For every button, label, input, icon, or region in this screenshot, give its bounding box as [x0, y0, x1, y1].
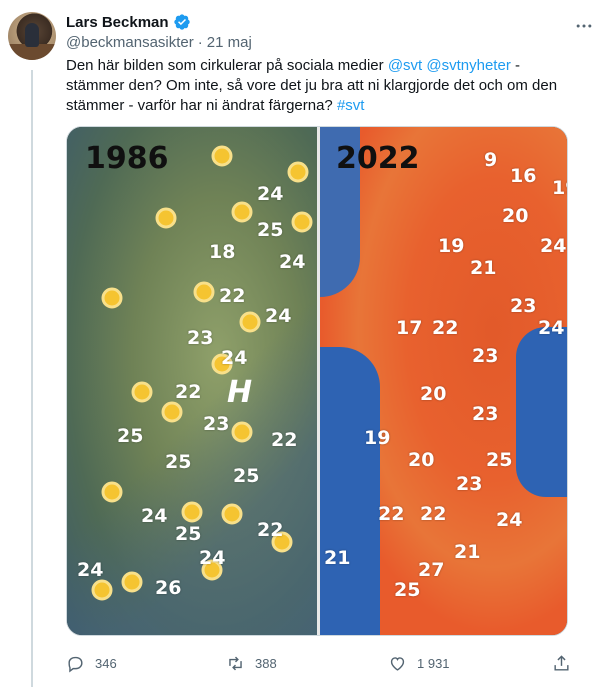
map-2022-temperature-label: 22 — [420, 503, 447, 525]
mention-link[interactable]: @svtnyheter — [426, 57, 510, 74]
map-1986-temperature-label: 25 — [165, 451, 192, 473]
map-1986-temperature-label: 24 — [265, 305, 292, 327]
map-1986-temperature-label: 24 — [141, 505, 168, 527]
map-2022-temperature-label: 21 — [470, 257, 497, 279]
sun-icon — [287, 161, 309, 183]
map-2022-temperature-label: 9 — [484, 149, 498, 171]
map-2022-temperature-label: 19 — [552, 177, 567, 199]
tweet-date[interactable]: 21 maj — [207, 34, 252, 51]
map-2022-temperature-label: 25 — [394, 579, 421, 601]
map-2022-temperature-label: 19 — [364, 427, 391, 449]
sun-icon — [193, 281, 215, 303]
sun-icon — [211, 145, 233, 167]
map-1986-temperature-label: 24 — [77, 559, 104, 581]
share-button[interactable] — [552, 654, 571, 673]
map-2022-temperature-label: 25 — [486, 449, 513, 471]
map-2022-temperature-label: 24 — [538, 317, 565, 339]
tweet-header: Lars Beckman @beckmansasikter · 21 maj — [66, 12, 596, 52]
map-1986-temperature-label: 18 — [209, 241, 236, 263]
map-2022-temperature-label: 20 — [408, 449, 435, 471]
hashtag-link[interactable]: #svt — [337, 97, 365, 114]
verified-badge-icon — [173, 14, 190, 30]
sun-icon — [291, 211, 313, 233]
reply-button[interactable]: 346 — [66, 654, 117, 673]
author-handle[interactable]: @beckmansasikter — [66, 34, 194, 51]
reply-count: 346 — [95, 655, 117, 671]
map-2022-temperature-label: 27 — [418, 559, 445, 581]
tweet-actions: 346 388 1 931 — [66, 648, 578, 678]
map-2022-water-baltic — [516, 327, 567, 497]
map-1986-panel: 1986 H 24 25 18 24 22 24 23 24 22 23 25 22 25 25 24 25 2… — [67, 127, 317, 635]
map-2022-temperature-label: 24 — [540, 235, 567, 257]
map-1986-temperature-label: 26 — [155, 577, 182, 599]
map-2022-temperature-label: 21 — [454, 541, 481, 563]
retweet-button[interactable]: 388 — [226, 654, 277, 673]
map-2022-temperature-label: 23 — [472, 403, 499, 425]
map-1986-temperature-label: 22 — [175, 381, 202, 403]
sun-icon — [231, 201, 253, 223]
retweet-icon — [229, 656, 242, 670]
sun-icon — [239, 311, 261, 333]
map-1986-temperature-label: 23 — [203, 413, 230, 435]
map-2022-temperature-label: 23 — [510, 295, 537, 317]
map-2022-temperature-label: 24 — [496, 509, 523, 531]
map-1986-temperature-label: 25 — [233, 465, 260, 487]
map-1986-temperature-label: 25 — [257, 219, 284, 241]
tweet-media-image[interactable]: 1986 H 24 25 18 24 22 24 23 24 22 23 25 22 25 25 24 25 2… — [66, 126, 568, 636]
map-1986-temperature-label: 24 — [199, 547, 226, 569]
map-2022-water-west — [320, 347, 380, 635]
map-1986-temperature-label: 24 — [279, 251, 306, 273]
year-label-2022: 2022 — [336, 141, 420, 176]
sun-icon — [221, 503, 243, 525]
sun-icon — [231, 421, 253, 443]
map-2022-temperature-label: 19 — [438, 235, 465, 257]
heart-icon — [390, 656, 405, 671]
map-1986-temperature-label: 22 — [271, 429, 298, 451]
map-1986-temperature-label: 22 — [219, 285, 246, 307]
mention-link[interactable]: @svt — [388, 57, 422, 74]
map-2022-temperature-label: 22 — [378, 503, 405, 525]
sun-icon — [101, 287, 123, 309]
map-2022-temperature-label: 23 — [456, 473, 483, 495]
map-1986-temperature-label: 24 — [221, 347, 248, 369]
map-1986-temperature-label: 23 — [187, 327, 214, 349]
meta-separator: · — [197, 34, 203, 51]
map-2022-temperature-label: 22 — [432, 317, 459, 339]
tweet-meta: @beckmansasikter · 21 maj — [66, 34, 596, 54]
map-1986-temperature-label: 25 — [117, 425, 144, 447]
sun-icon — [131, 381, 153, 403]
map-2022-panel: 2022 91619201924212324172223202319202523… — [320, 127, 567, 635]
map-2022-temperature-label: 20 — [502, 205, 529, 227]
map-1986-temperature-label: 22 — [257, 519, 284, 541]
tweet-text: Den här bilden som cirkulerar på sociala… — [66, 56, 576, 116]
name-row: Lars Beckman — [66, 12, 596, 32]
avatar-person — [25, 23, 39, 47]
high-pressure-mark: H — [227, 375, 253, 410]
map-2022-temperature-label: 20 — [420, 383, 447, 405]
like-count: 1 931 — [417, 655, 450, 671]
map-1986-temperature-label: 25 — [175, 523, 202, 545]
map-2022-temperature-label: 16 — [510, 165, 537, 187]
map-1986-temperature-label: 24 — [257, 183, 284, 205]
thread-line — [31, 70, 33, 687]
map-2022-temperature-label: 23 — [472, 345, 499, 367]
like-button[interactable]: 1 931 — [388, 654, 450, 673]
reply-icon — [68, 656, 83, 672]
tweet-text-segment: Den här bilden som cirkulerar på sociala… — [66, 57, 388, 74]
sun-icon — [121, 571, 143, 593]
share-icon — [554, 654, 569, 671]
more-icon[interactable] — [574, 16, 594, 36]
sun-icon — [155, 207, 177, 229]
map-2022-temperature-label: 21 — [324, 547, 351, 569]
map-2022-temperature-label: 17 — [396, 317, 423, 339]
author-name[interactable]: Lars Beckman — [66, 14, 169, 31]
year-label-1986: 1986 — [85, 141, 169, 176]
retweet-count: 388 — [255, 655, 277, 671]
sun-icon — [101, 481, 123, 503]
avatar[interactable] — [8, 12, 56, 60]
